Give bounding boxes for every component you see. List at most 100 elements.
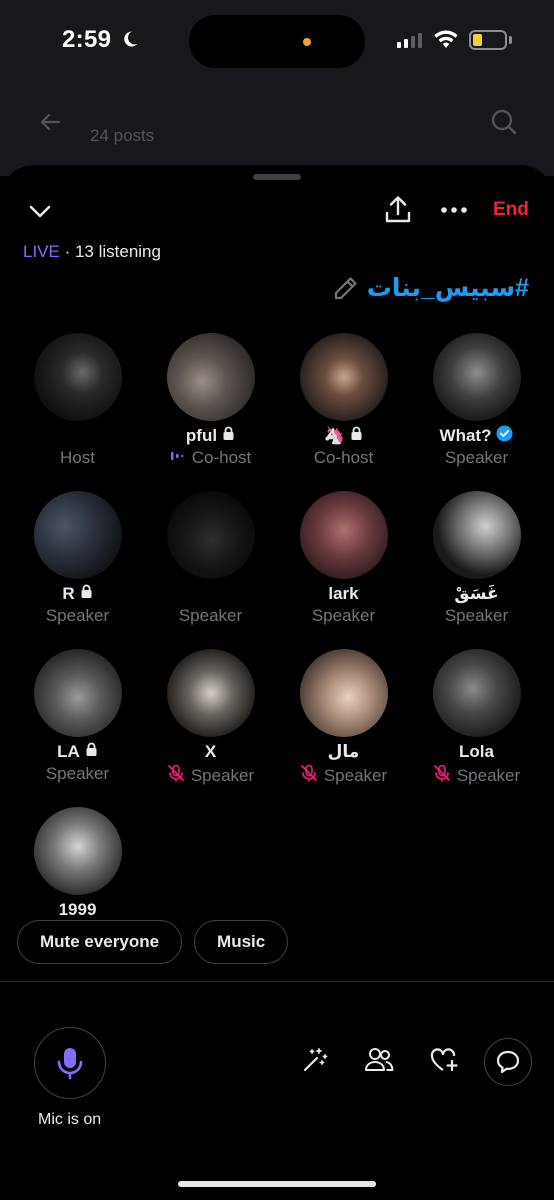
participant-name: What? xyxy=(439,426,492,445)
participant-cell[interactable]: LA Speaker xyxy=(11,649,144,784)
participant-role-row: Co-host xyxy=(144,448,277,468)
live-label: LIVE xyxy=(23,242,60,261)
participant-name: pful xyxy=(185,426,218,445)
mic-button[interactable] xyxy=(34,1027,106,1099)
dynamic-island xyxy=(189,15,365,68)
participant-cell[interactable]: What? Speaker xyxy=(410,333,543,468)
music-button[interactable]: Music xyxy=(194,920,289,964)
participant-role: Speaker xyxy=(444,448,509,467)
mic-muted-icon xyxy=(433,764,451,787)
back-arrow-icon[interactable] xyxy=(38,110,62,134)
participant-cell[interactable]: X Speaker xyxy=(144,649,277,787)
participant-role-row: Co-host xyxy=(277,448,410,468)
participant-role: Host xyxy=(60,448,95,467)
people-icon xyxy=(365,1048,394,1071)
listening-count: · 13 listening xyxy=(59,242,161,261)
verified-badge-icon xyxy=(496,425,513,447)
participant-role-row: Speaker xyxy=(11,764,144,784)
more-options-icon[interactable] xyxy=(440,201,468,219)
participant-name-row: مال xyxy=(277,742,410,762)
participant-role: Speaker xyxy=(45,606,110,625)
background-profile-header: 24 posts xyxy=(0,86,554,176)
microphone-icon xyxy=(57,1048,83,1080)
participant-name: 🦄 xyxy=(323,426,346,445)
participant-role: Speaker xyxy=(444,606,509,625)
mute-everyone-button[interactable]: Mute everyone xyxy=(17,920,183,964)
participant-role-row: Speaker xyxy=(410,448,543,468)
participant-avatar[interactable] xyxy=(166,649,255,737)
participant-avatar[interactable] xyxy=(33,333,122,421)
participant-cell[interactable]: pful Co-host xyxy=(144,333,277,468)
participant-name-row: X xyxy=(144,742,277,762)
host-actions: Mute everyone Music xyxy=(17,920,289,964)
participant-role-row: Speaker xyxy=(11,606,144,626)
participant-cell[interactable]: lark Speaker xyxy=(277,491,410,626)
participant-cell[interactable]: 1999 xyxy=(11,807,144,920)
participant-avatar[interactable] xyxy=(432,491,521,579)
magic-wand-icon xyxy=(303,1048,328,1072)
participant-cell[interactable]: R Speaker xyxy=(11,491,144,626)
space-title: #سبيس_بنات xyxy=(366,274,529,302)
chat-bubble-icon xyxy=(496,1050,520,1074)
participant-cell[interactable]: Lola Speaker xyxy=(410,649,543,787)
people-button[interactable] xyxy=(364,1045,394,1075)
participant-role-row: Speaker xyxy=(144,606,277,626)
participant-cell[interactable]: 🦄 Co-host xyxy=(277,333,410,468)
participant-avatar[interactable] xyxy=(33,649,122,737)
participant-avatar[interactable] xyxy=(299,491,388,579)
divider xyxy=(0,981,554,982)
participant-role: Speaker xyxy=(190,765,255,785)
participant-name-row: 🦄 xyxy=(277,426,410,446)
participant-role-row: Speaker xyxy=(277,606,410,626)
status-time: 2:59 xyxy=(62,26,112,53)
space-sheet: End LIVE · 13 listening #سبيس_بنات Host p… xyxy=(0,165,554,1200)
participant-avatar[interactable] xyxy=(33,491,122,579)
home-indicator[interactable] xyxy=(178,1181,376,1187)
lock-icon xyxy=(222,426,235,446)
speaking-indicator-icon xyxy=(170,448,186,468)
participant-role-row: Host xyxy=(11,448,144,468)
participant-cell[interactable]: Host xyxy=(11,333,144,468)
participant-avatar[interactable] xyxy=(299,333,388,421)
participant-cell[interactable]: غَسَقْ Speaker xyxy=(410,491,543,626)
participant-role: Speaker xyxy=(311,606,376,625)
participant-avatar[interactable] xyxy=(166,333,255,421)
collapse-chevron-icon[interactable] xyxy=(28,199,52,223)
participant-name-row: lark xyxy=(277,584,410,604)
participant-name-row: What? xyxy=(410,425,543,447)
participant-avatar[interactable] xyxy=(432,333,521,421)
participant-name-row: غَسَقْ xyxy=(410,584,543,604)
participant-name-row: pful xyxy=(144,426,277,446)
search-icon[interactable] xyxy=(490,108,518,136)
sheet-grabber[interactable] xyxy=(253,174,301,180)
participant-cell[interactable]: Speaker xyxy=(144,491,277,626)
lock-icon xyxy=(80,584,93,604)
participant-role: Co-host xyxy=(313,448,374,467)
share-icon[interactable] xyxy=(384,195,412,225)
participant-avatar[interactable] xyxy=(299,649,388,737)
participant-avatar[interactable] xyxy=(166,491,255,579)
magic-wand-button[interactable] xyxy=(300,1045,330,1075)
battery-low-icon xyxy=(469,30,507,50)
participant-name: مال xyxy=(327,742,360,761)
participant-name-row: LA xyxy=(11,742,144,762)
mic-muted-icon xyxy=(300,764,318,787)
mic-status-label: Mic is on xyxy=(38,1111,102,1128)
participant-cell[interactable]: مال Speaker xyxy=(277,649,410,787)
participant-role: Speaker xyxy=(178,606,243,625)
chat-button[interactable] xyxy=(484,1038,532,1086)
participant-avatar[interactable] xyxy=(33,807,122,895)
participant-name: Lola xyxy=(459,742,494,761)
live-status: LIVE · 13 listening xyxy=(23,242,161,262)
edit-pencil-icon[interactable] xyxy=(333,275,359,301)
participant-name: X xyxy=(204,742,217,761)
participant-avatar[interactable] xyxy=(432,649,521,737)
posts-count: 24 posts xyxy=(90,126,155,145)
lock-icon xyxy=(350,426,363,446)
react-button[interactable] xyxy=(429,1045,459,1075)
end-space-button[interactable]: End xyxy=(493,199,529,221)
cellular-icon xyxy=(397,32,422,48)
participant-name: R xyxy=(62,584,75,603)
participant-role-row: Speaker xyxy=(144,764,277,787)
mic-muted-icon xyxy=(167,764,185,787)
